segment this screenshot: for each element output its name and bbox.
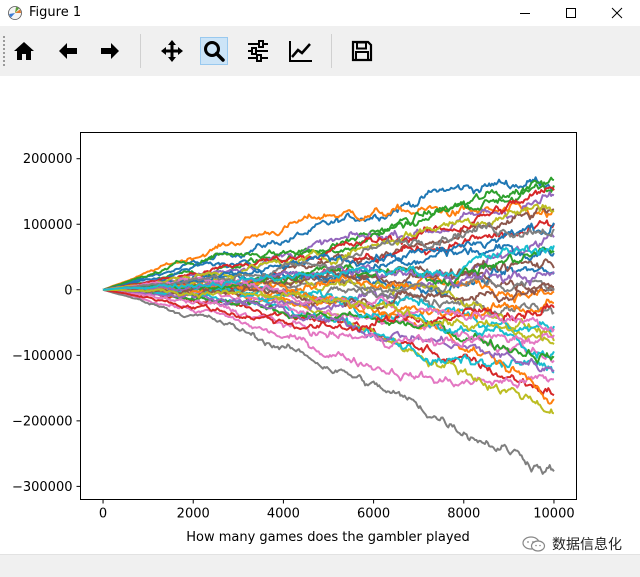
x-tick-label: 2000 — [177, 507, 210, 522]
line-chart-icon — [289, 41, 312, 62]
y-axis: 200000 100000 0 −100000 −200000 −300000 — [12, 152, 81, 495]
close-button[interactable] — [594, 0, 640, 26]
watermark-text: 数据信息化 — [552, 537, 622, 553]
window-titlebar: Figure 1 — [0, 0, 640, 26]
save-icon — [351, 40, 373, 62]
home-icon — [14, 42, 34, 60]
y-tick-label: 100000 — [23, 218, 73, 233]
minimize-icon — [520, 13, 530, 14]
pan-button[interactable] — [158, 37, 186, 65]
y-tick-label: −200000 — [12, 414, 73, 429]
move-icon — [161, 40, 183, 62]
arrow-right-icon — [101, 43, 119, 59]
figure-canvas[interactable]: 0 2000 4000 6000 8000 10000 200000 100000 0 −100… — [0, 76, 640, 554]
minimize-button[interactable] — [502, 0, 548, 26]
x-tick-label: 10000 — [533, 507, 574, 522]
arrow-left-icon — [59, 43, 77, 59]
window-title: Figure 1 — [29, 5, 82, 20]
maximize-icon — [566, 8, 576, 18]
series-layer — [102, 176, 555, 475]
x-axis-label: How many games does the gambler played — [186, 530, 470, 545]
y-tick-label: −100000 — [12, 349, 73, 364]
zoom-button[interactable] — [200, 37, 228, 65]
toolbar-separator — [140, 34, 141, 68]
status-bar — [0, 554, 640, 577]
toolbar-separator — [331, 34, 332, 68]
close-icon — [611, 7, 623, 19]
home-button[interactable] — [10, 37, 38, 65]
y-tick-label: 0 — [64, 283, 72, 298]
x-tick-label: 6000 — [357, 507, 390, 522]
x-tick-label: 0 — [99, 507, 107, 522]
y-tick-label: 200000 — [23, 152, 73, 167]
edit-axes-button[interactable] — [287, 37, 315, 65]
x-axis: 0 2000 4000 6000 8000 10000 — [99, 499, 575, 522]
subplots-button[interactable] — [244, 37, 272, 65]
back-button[interactable] — [54, 37, 82, 65]
y-tick-label: −300000 — [12, 480, 73, 495]
magnifier-icon — [204, 41, 225, 62]
toolbar-grip-icon — [3, 36, 5, 66]
x-tick-label: 8000 — [447, 507, 480, 522]
save-button[interactable] — [348, 37, 376, 65]
forward-button[interactable] — [96, 37, 124, 65]
matplotlib-icon — [8, 6, 22, 20]
line-chart: 0 2000 4000 6000 8000 10000 200000 100000 0 −100… — [12, 132, 577, 545]
wechat-icon — [522, 536, 546, 552]
sliders-icon — [248, 40, 268, 62]
watermark: 数据信息化 — [522, 534, 622, 554]
x-tick-label: 4000 — [267, 507, 300, 522]
navigation-toolbar — [0, 26, 640, 76]
maximize-button[interactable] — [548, 0, 594, 26]
